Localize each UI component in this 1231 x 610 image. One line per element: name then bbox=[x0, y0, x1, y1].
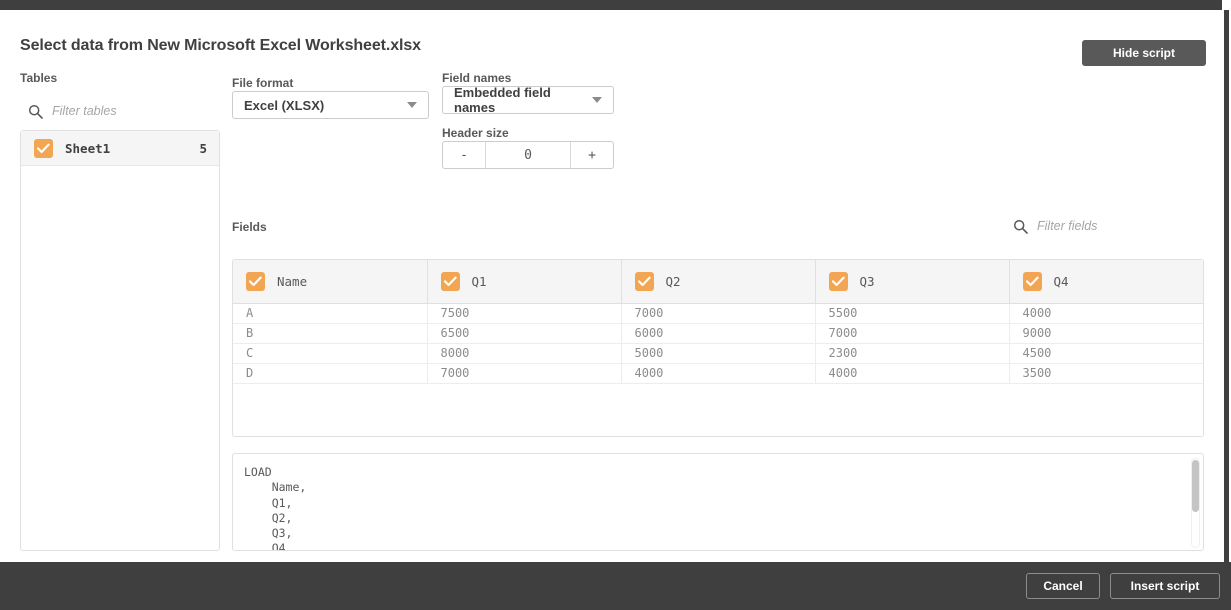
fields-label: Fields bbox=[232, 220, 267, 234]
table-cell: 4000 bbox=[1009, 303, 1203, 324]
fields-table-container: Name Q1 Q2 Q3 Q4 A 7500 7000 5500 4000 B 6500 6000 7… bbox=[232, 259, 1204, 437]
checkbox-checked-icon[interactable] bbox=[440, 271, 460, 291]
table-cell: 4000 bbox=[815, 363, 1010, 384]
page-scrollbar-thumb[interactable] bbox=[1224, 10, 1229, 562]
filter-fields-placeholder: Filter fields bbox=[1037, 219, 1098, 233]
table-cell: 6500 bbox=[427, 323, 622, 344]
header-size-stepper[interactable]: - 0 + bbox=[442, 141, 614, 169]
filter-tables-placeholder: Filter tables bbox=[52, 104, 117, 118]
table-cell: 6000 bbox=[621, 323, 816, 344]
script-scrollbar-thumb[interactable] bbox=[1192, 460, 1199, 512]
table-cell: 7000 bbox=[621, 303, 816, 324]
fields-column-header-q3[interactable]: Q3 bbox=[815, 260, 1010, 304]
fields-column-header-q2[interactable]: Q2 bbox=[621, 260, 816, 304]
checkbox-checked-icon[interactable] bbox=[828, 271, 848, 291]
table-cell: 5000 bbox=[621, 343, 816, 364]
table-cell: 7000 bbox=[427, 363, 622, 384]
header-size-decrement-button[interactable]: - bbox=[443, 142, 486, 168]
checkbox-checked-icon[interactable] bbox=[1022, 271, 1042, 291]
fields-column-label: Q3 bbox=[859, 273, 875, 289]
table-list-item-sheet1[interactable]: Sheet1 5 bbox=[21, 131, 219, 166]
chevron-down-icon bbox=[407, 102, 417, 108]
table-row: A 7500 7000 5500 4000 bbox=[233, 303, 1203, 324]
table-cell: 4500 bbox=[1009, 343, 1203, 364]
table-row: B 6500 6000 7000 9000 bbox=[233, 323, 1203, 344]
field-names-value: Embedded field names bbox=[454, 85, 551, 115]
page-title: Select data from New Microsoft Excel Wor… bbox=[20, 37, 421, 54]
fields-column-label: Name bbox=[277, 273, 308, 289]
table-cell: 2300 bbox=[815, 343, 1010, 364]
tables-list: Sheet1 5 bbox=[20, 130, 220, 551]
fields-column-header-q4[interactable]: Q4 bbox=[1009, 260, 1203, 304]
fields-column-label: Q2 bbox=[665, 273, 681, 289]
table-cell: C bbox=[233, 343, 428, 364]
table-cell: 7500 bbox=[427, 303, 622, 324]
script-text: LOAD Name, Q1, Q2, Q3, Q4 bbox=[244, 465, 307, 551]
field-names-select[interactable]: Embedded field names bbox=[442, 85, 614, 115]
script-preview[interactable]: LOAD Name, Q1, Q2, Q3, Q4 bbox=[232, 453, 1204, 551]
table-cell: B bbox=[233, 323, 428, 344]
fields-column-header-name[interactable]: Name bbox=[233, 260, 428, 304]
file-format-select[interactable]: Excel (XLSX) bbox=[232, 91, 429, 119]
field-names-label: Field names bbox=[442, 71, 512, 85]
header-size-increment-button[interactable]: + bbox=[570, 142, 613, 168]
select-data-dialog: Select data from New Microsoft Excel Wor… bbox=[0, 10, 1222, 562]
hide-script-button[interactable]: Hide script bbox=[1082, 40, 1206, 66]
header-size-value[interactable]: 0 bbox=[486, 142, 570, 168]
search-icon bbox=[1013, 219, 1028, 234]
table-cell: 5500 bbox=[815, 303, 1010, 324]
filter-tables-input[interactable]: Filter tables bbox=[28, 100, 218, 122]
checkbox-checked-icon[interactable] bbox=[634, 271, 654, 291]
table-field-count: 5 bbox=[199, 140, 207, 156]
fields-column-header-q1[interactable]: Q1 bbox=[427, 260, 622, 304]
dialog-footer: Cancel Insert script bbox=[0, 562, 1231, 610]
filter-fields-input[interactable]: Filter fields bbox=[1013, 215, 1203, 237]
checkbox-checked-icon[interactable] bbox=[34, 138, 53, 158]
cancel-button[interactable]: Cancel bbox=[1026, 573, 1100, 599]
table-cell: D bbox=[233, 363, 428, 384]
header-size-label: Header size bbox=[442, 126, 509, 140]
file-format-label: File format bbox=[232, 76, 294, 90]
tables-label: Tables bbox=[20, 71, 58, 85]
file-format-value: Excel (XLSX) bbox=[244, 97, 325, 113]
page-scrollbar[interactable] bbox=[1222, 0, 1231, 610]
window-top-bar bbox=[0, 0, 1231, 10]
table-row: C 8000 5000 2300 4500 bbox=[233, 343, 1203, 364]
table-cell: 4000 bbox=[621, 363, 816, 384]
table-cell: 9000 bbox=[1009, 323, 1203, 344]
fields-column-label: Q4 bbox=[1053, 273, 1069, 289]
checkbox-checked-icon[interactable] bbox=[246, 271, 265, 291]
chevron-down-icon bbox=[592, 97, 602, 103]
fields-table: Name Q1 Q2 Q3 Q4 A 7500 7000 5500 4000 B 6500 6000 7… bbox=[233, 260, 1203, 384]
fields-table-head: Name Q1 Q2 Q3 Q4 bbox=[233, 260, 1203, 304]
table-cell: 7000 bbox=[815, 323, 1010, 344]
table-cell: 8000 bbox=[427, 343, 622, 364]
table-cell: 3500 bbox=[1009, 363, 1203, 384]
fields-column-label: Q1 bbox=[471, 273, 487, 289]
table-row: D 7000 4000 4000 3500 bbox=[233, 363, 1203, 384]
fields-table-body: A 7500 7000 5500 4000 B 6500 6000 7000 9000 C 8000 5… bbox=[233, 303, 1203, 384]
search-icon bbox=[28, 104, 43, 119]
table-cell: A bbox=[233, 303, 428, 324]
fields-header-row: Name Q1 Q2 Q3 Q4 bbox=[233, 260, 1203, 304]
table-name: Sheet1 bbox=[65, 140, 111, 156]
insert-script-button[interactable]: Insert script bbox=[1110, 573, 1220, 599]
